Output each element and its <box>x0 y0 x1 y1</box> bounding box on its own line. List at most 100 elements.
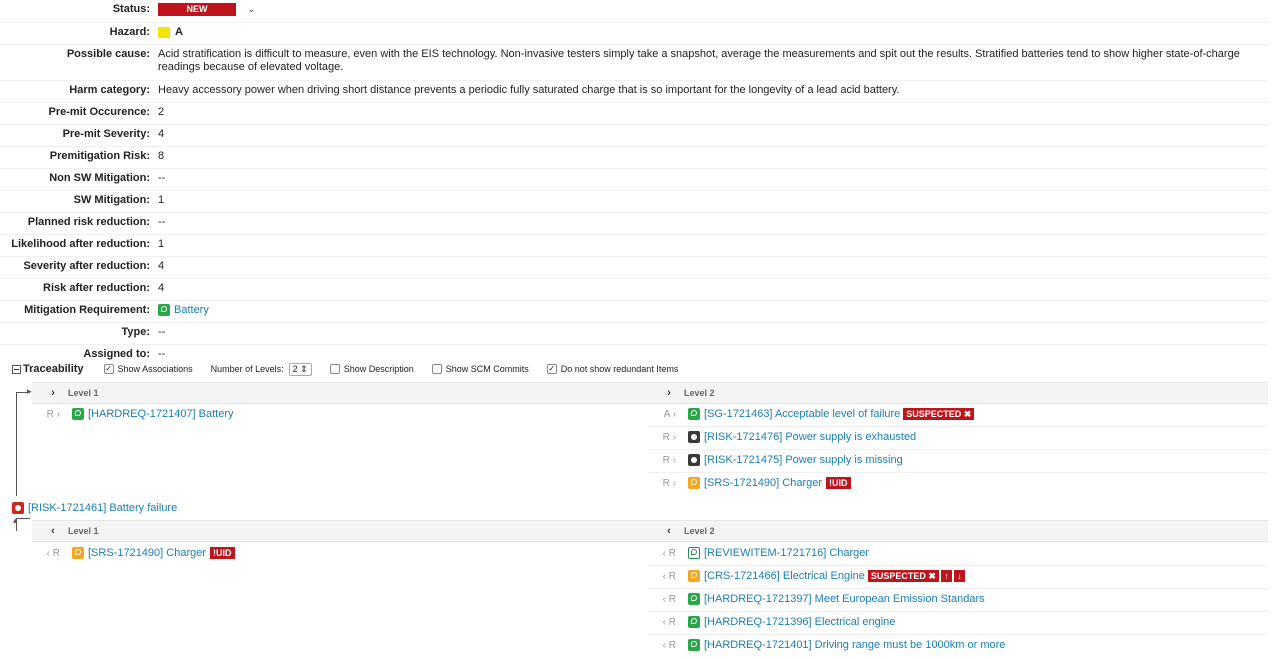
suspected-badge[interactable]: SUSPECTED ✖ <box>903 408 975 420</box>
no-redundant-checkbox[interactable]: ✓ <box>546 364 557 374</box>
trace-item-link[interactable]: [RISK-1721475] Power supply is missing <box>704 454 903 466</box>
list-item: ‹ R [HARDREQ-1721401] Driving range must… <box>648 634 1005 656</box>
sw-mitigation-value: 1 <box>158 194 165 206</box>
pre-mit-occurence-label: Pre-mit Occurence: <box>48 106 150 118</box>
relation-type: ‹ R <box>662 639 676 651</box>
traceability-title[interactable]: Traceability <box>12 363 84 375</box>
trace-item-link[interactable]: [SRS-1721490] Charger <box>88 547 206 559</box>
severity-after-label: Severity after reduction: <box>23 260 150 272</box>
trace-item-link[interactable]: [HARDREQ-1721397] Meet European Emission… <box>704 593 985 605</box>
tree-connector-line <box>16 392 17 496</box>
trace-item-link[interactable]: [CRS-1721466] Electrical Engine <box>704 570 865 582</box>
show-scm-commits-label: Show SCM Commits <box>445 364 529 374</box>
list-item: ‹ R [REVIEWITEM-1721716] Charger <box>648 542 869 564</box>
pre-mit-severity-value: 4 <box>158 128 165 140</box>
trace-item-link[interactable]: [SG-1721463] Acceptable level of failure <box>704 408 900 420</box>
possible-cause-label: Possible cause: <box>66 48 150 60</box>
relation-type: R › <box>662 454 676 466</box>
show-description-label: Show Description <box>343 364 414 374</box>
review-item-icon <box>688 547 700 559</box>
customer-requirement-icon <box>688 570 700 582</box>
status-label: Status: <box>112 3 150 15</box>
risk-icon <box>12 502 24 514</box>
arrow-down-icon[interactable]: ↓ <box>953 570 965 582</box>
level2-label: Level 2 <box>684 388 715 398</box>
list-item: A › [SG-1721463] Acceptable level of fai… <box>648 403 975 425</box>
root-item-link[interactable]: [RISK-1721461] Battery failure <box>28 502 177 514</box>
chevron-right-icon[interactable]: › <box>46 387 60 399</box>
list-item: ‹ R [CRS-1721466] Electrical Engine SUSP… <box>648 565 965 587</box>
non-sw-mitigation-label: Non SW Mitigation: <box>49 172 150 184</box>
system-requirement-icon <box>72 547 84 559</box>
hazard-color-swatch <box>158 27 170 38</box>
show-associations-checkbox[interactable]: ✓ <box>103 364 114 374</box>
trace-item-link[interactable]: [RISK-1721476] Power supply is exhausted <box>704 431 916 443</box>
non-sw-mitigation-value: -- <box>158 172 166 184</box>
chevron-left-icon[interactable]: ‹ <box>662 525 676 537</box>
pre-mit-occurence-value: 2 <box>158 106 165 118</box>
collapse-icon[interactable] <box>12 364 21 374</box>
mitigation-requirement-label: Mitigation Requirement: <box>24 304 150 316</box>
possible-cause-value: Acid stratification is difficult to meas… <box>158 48 1240 73</box>
likelihood-after-value: 1 <box>158 238 165 250</box>
trace-item-link[interactable]: [REVIEWITEM-1721716] Charger <box>704 547 869 559</box>
harm-category-label: Harm category: <box>69 84 150 96</box>
harm-category-value: Heavy accessory power when driving short… <box>158 84 900 96</box>
risk-icon <box>688 431 700 443</box>
relation-type: ‹ R <box>662 547 676 559</box>
status-badge[interactable]: NEW <box>158 3 236 16</box>
root-item: [RISK-1721461] Battery failure <box>12 500 177 516</box>
downstream-level-header: › Level 1 › Level 2 <box>32 382 1268 404</box>
premitigation-risk-label: Premitigation Risk: <box>49 150 150 162</box>
risk-after-label: Risk after reduction: <box>43 282 150 294</box>
hazard-value: A <box>175 26 183 38</box>
requirement-icon <box>72 408 84 420</box>
severity-after-value: 4 <box>158 260 165 272</box>
relation-type: R › <box>46 408 60 420</box>
trace-item-link[interactable]: [HARDREQ-1721407] Battery <box>88 408 234 420</box>
requirement-icon <box>688 639 700 651</box>
safety-goal-icon <box>688 408 700 420</box>
list-item: ‹ R [HARDREQ-1721397] Meet European Emis… <box>648 588 985 610</box>
trace-item-link[interactable]: [HARDREQ-1721396] Electrical engine <box>704 616 895 628</box>
arrow-up-icon: ▴ <box>13 515 18 525</box>
trace-item-link[interactable]: [HARDREQ-1721401] Driving range must be … <box>704 639 1005 651</box>
trace-item-link[interactable]: [SRS-1721490] Charger <box>704 477 822 489</box>
relation-type: R › <box>662 431 676 443</box>
no-redundant-label: Do not show redundant Items <box>560 364 679 374</box>
assigned-to-label: Assigned to: <box>83 348 150 360</box>
chevron-down-icon[interactable]: ⌄ <box>247 3 255 16</box>
uid-badge[interactable]: !UID <box>210 547 235 559</box>
number-of-levels-select[interactable]: 2 ⇕ <box>288 362 312 376</box>
no-redundant-control[interactable]: ✓ Do not show redundant Items <box>546 364 679 374</box>
show-scm-commits-control[interactable]: Show SCM Commits <box>431 364 529 374</box>
show-description-checkbox[interactable] <box>329 364 340 374</box>
list-item: R › [HARDREQ-1721407] Battery <box>32 403 234 425</box>
number-of-levels-control: Number of Levels: 2 ⇕ <box>211 362 312 376</box>
show-scm-commits-checkbox[interactable] <box>431 364 442 374</box>
upstream-connector-h <box>16 518 30 519</box>
list-item: R › [RISK-1721476] Power supply is exhau… <box>648 426 916 448</box>
uid-badge[interactable]: !UID <box>826 477 851 489</box>
sw-mitigation-label: SW Mitigation: <box>73 194 150 206</box>
suspected-badge[interactable]: SUSPECTED ✖ <box>867 570 939 582</box>
risk-after-value: 4 <box>158 282 165 294</box>
show-associations-label: Show Associations <box>117 364 193 374</box>
arrow-up-icon[interactable]: ↑ <box>940 570 952 582</box>
level2-label: Level 2 <box>684 526 715 536</box>
level1-label: Level 1 <box>68 526 99 536</box>
traceability-title-text: Traceability <box>23 363 84 375</box>
type-value: -- <box>158 326 166 338</box>
system-requirement-icon <box>688 477 700 489</box>
hazard-label: Hazard: <box>109 26 150 38</box>
chevron-left-icon[interactable]: ‹ <box>46 525 60 537</box>
mitigation-requirement-link[interactable]: Battery <box>174 304 209 316</box>
type-label: Type: <box>121 326 150 338</box>
chevron-right-icon[interactable]: › <box>662 387 676 399</box>
upstream-level-header: ‹ Level 1 ‹ Level 2 <box>32 520 1268 542</box>
show-associations-control[interactable]: ✓ Show Associations <box>103 364 193 374</box>
likelihood-after-label: Likelihood after reduction: <box>11 238 150 250</box>
arrow-right-icon: ▸ <box>27 386 32 396</box>
relation-type: ‹ R <box>662 616 676 628</box>
show-description-control[interactable]: Show Description <box>329 364 414 374</box>
